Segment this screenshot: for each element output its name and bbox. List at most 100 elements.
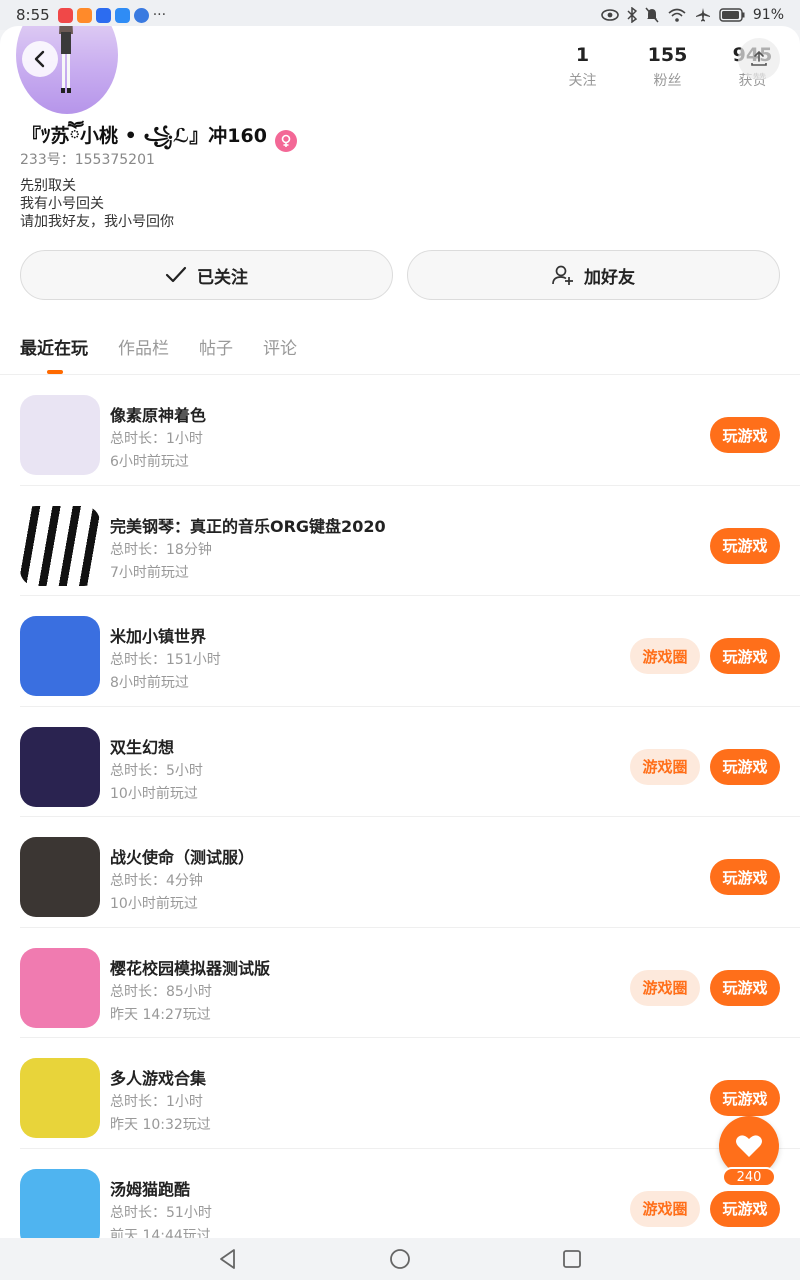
game-row[interactable]: 汤姆猫跑酷总时长：51小时前天 14:44玩过 游戏圈 玩游戏: [20, 1149, 800, 1239]
game-duration: 总时长：1小时: [110, 431, 203, 447]
game-last-played: 10小时前玩过: [110, 896, 198, 912]
game-last-played: 8小时前玩过: [110, 675, 189, 691]
game-circle-button[interactable]: 游戏圈: [630, 638, 700, 674]
heart-icon: [736, 1135, 762, 1157]
game-last-played: 昨天 10:32玩过: [110, 1117, 211, 1133]
game-icon[interactable]: [20, 616, 100, 696]
share-button[interactable]: [738, 38, 780, 80]
game-icon[interactable]: [20, 726, 100, 807]
play-game-button[interactable]: 玩游戏: [710, 638, 780, 674]
game-last-played: 前天 14:44玩过: [110, 1227, 211, 1239]
bio-line: 先别取关: [20, 178, 76, 194]
nav-home-icon[interactable]: [389, 1248, 411, 1270]
profile-bio: 先别取关 我有小号回关 请加我好友，我小号回你: [20, 177, 174, 231]
eye-icon: [601, 9, 619, 21]
game-circle-button[interactable]: 游戏圈: [630, 1190, 700, 1227]
stat-following[interactable]: 1 关注: [540, 44, 625, 90]
game-duration: 总时长：18分钟: [110, 541, 212, 558]
game-row[interactable]: 米加小镇世界 总时长：151小时 8小时前玩过 游戏圈 玩游戏: [20, 596, 800, 707]
play-game-button[interactable]: 玩游戏: [710, 969, 780, 1006]
cloud-app-icon: [114, 7, 130, 23]
nav-recents-icon[interactable]: [561, 1248, 583, 1270]
game-circle-button[interactable]: 游戏圈: [630, 969, 700, 1006]
add-friend-button[interactable]: 加好友: [407, 250, 780, 300]
play-game-button[interactable]: 玩游戏: [710, 1190, 780, 1227]
game-row[interactable]: 战火使命（测试服） 总时长：4分钟 10小时前玩过 玩游戏: [20, 817, 800, 928]
female-gender-icon: [274, 130, 297, 152]
game-icon[interactable]: [20, 1168, 100, 1238]
tab-posts[interactable]: 帖子: [199, 334, 233, 359]
user-id-value: 155375201: [74, 152, 155, 168]
stat-followers[interactable]: 155 粉丝: [625, 44, 710, 90]
game-title: 樱花校园模拟器测试版: [110, 958, 271, 978]
game-duration: 总时长：85小时: [110, 983, 212, 1000]
avatar-character-figure: [59, 26, 73, 93]
game-last-played: 6小时前玩过: [110, 454, 189, 470]
game-icon[interactable]: [20, 395, 100, 475]
game-icon[interactable]: [20, 505, 100, 586]
game-last-played: 10小时前玩过: [110, 785, 198, 802]
game-row[interactable]: 多人游戏合集 总时长：1小时 昨天 10:32玩过 玩游戏: [20, 1038, 800, 1149]
share-arrow-icon: [751, 50, 767, 66]
play-game-button[interactable]: 玩游戏: [710, 527, 780, 564]
mute-icon: [645, 7, 659, 23]
game-duration: 总时长：151小时: [110, 652, 221, 668]
game-last-played: 昨天 14:27玩过: [110, 1006, 211, 1023]
game-row[interactable]: 完美钢琴：真正的音乐ORG键盘2020 总时长：18分钟 7小时前玩过 玩游戏: [20, 486, 800, 596]
game-row[interactable]: 双生幻想总时长：5小时 10小时前玩过 游戏圈 玩游戏: [20, 707, 800, 817]
game-last-played: 7小时前玩过: [110, 564, 189, 581]
bio-line: 我有小号回关: [20, 196, 104, 212]
game-row[interactable]: 像素原神着色 总时长：1小时 6小时前玩过 玩游戏: [20, 375, 800, 486]
play-game-button[interactable]: 玩游戏: [710, 859, 780, 895]
more-notifications-icon: ···: [152, 7, 167, 23]
checkmark-icon: [165, 266, 187, 283]
game-row[interactable]: 樱花校园模拟器测试版 总时长：85小时 昨天 14:27玩过 游戏圈 玩游戏: [20, 928, 800, 1038]
user-id[interactable]: 233号：155375201: [20, 149, 155, 169]
airplane-icon: [695, 8, 710, 22]
play-game-button[interactable]: 玩游戏: [710, 1080, 780, 1116]
game-title: 战火使命（测试服）: [110, 848, 255, 867]
video-app-icon: [76, 7, 92, 23]
game-duration: 总时长：51小时: [110, 1204, 212, 1221]
chevron-left-icon: [34, 50, 45, 68]
back-button[interactable]: [22, 41, 58, 77]
like-count-badge: 240: [722, 1167, 776, 1187]
game-icon[interactable]: [20, 837, 100, 917]
battery-icon: [719, 8, 745, 22]
game-title: 完美钢琴：真正的音乐ORG键盘2020: [110, 516, 386, 536]
stat-followers-count: 155: [647, 44, 688, 66]
app-notification-icon: [57, 7, 73, 23]
stat-following-label: 关注: [568, 73, 597, 89]
bluetooth-icon: [627, 7, 637, 23]
game-duration: 总时长：5小时: [110, 762, 203, 779]
nav-back-icon[interactable]: [217, 1248, 239, 1270]
add-user-icon: [552, 265, 573, 285]
followed-label: 已关注: [197, 267, 248, 288]
play-game-button[interactable]: 玩游戏: [710, 417, 780, 453]
system-nav-bar: [0, 1238, 800, 1280]
bio-line: 请加我好友，我小号回你: [20, 214, 174, 230]
shield-app-icon: [95, 7, 111, 23]
play-game-button[interactable]: 玩游戏: [710, 748, 780, 785]
user-id-label: 233号：: [20, 152, 75, 168]
globe-app-icon: [133, 7, 149, 23]
game-icon[interactable]: [20, 1058, 100, 1138]
battery-percent: 91%: [752, 7, 784, 23]
status-time: 8:55: [16, 6, 50, 24]
game-title: 多人游戏合集: [110, 1069, 207, 1088]
tab-works[interactable]: 作品栏: [118, 334, 169, 359]
game-title: 米加小镇世界: [110, 627, 207, 646]
add-friend-label: 加好友: [584, 267, 635, 288]
profile-actions: 已关注 加好友: [20, 250, 780, 300]
game-duration: 总时长：1小时: [110, 1094, 203, 1110]
profile-tabs: 最近在玩 作品栏 帖子 评论: [20, 334, 297, 374]
game-title: 像素原神着色: [110, 406, 207, 425]
tab-recently-played[interactable]: 最近在玩: [20, 334, 88, 374]
game-title: 汤姆猫跑酷: [110, 1179, 191, 1199]
tab-comments[interactable]: 评论: [263, 334, 297, 359]
recent-games-list: 像素原神着色 总时长：1小时 6小时前玩过 玩游戏 完美钢琴：真正的音乐ORG键盘202…: [0, 375, 800, 1238]
followed-button[interactable]: 已关注: [20, 250, 393, 300]
game-title: 双生幻想: [110, 737, 175, 757]
game-circle-button[interactable]: 游戏圈: [630, 748, 700, 785]
game-icon[interactable]: [20, 947, 100, 1028]
